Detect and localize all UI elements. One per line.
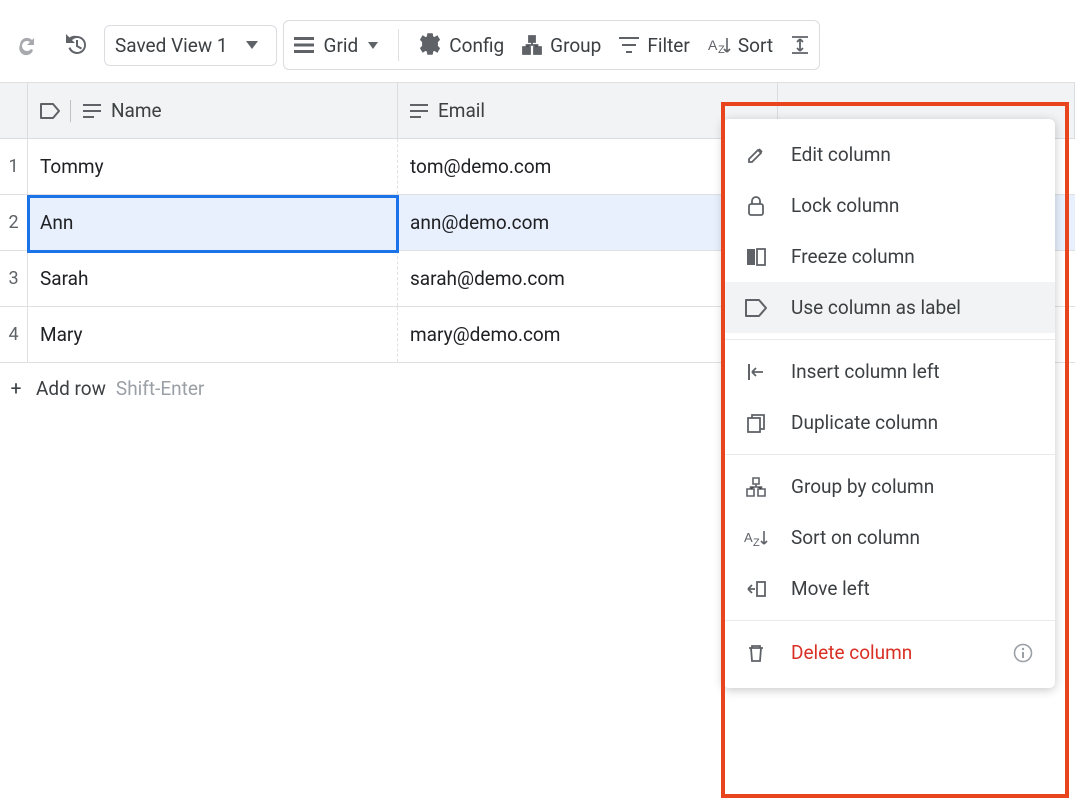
cell-name: Mary	[28, 307, 398, 362]
filter-icon	[619, 36, 639, 54]
rownum-header	[0, 83, 28, 138]
row-height-button[interactable]	[791, 34, 809, 56]
insert-left-icon	[745, 363, 767, 381]
menu-insert-left[interactable]: Insert column left	[723, 346, 1055, 397]
move-left-icon	[745, 579, 767, 599]
text-lines-icon	[83, 104, 101, 118]
group-label: Group	[550, 34, 601, 57]
menu-label: Insert column left	[791, 360, 940, 383]
label-tag-icon	[40, 103, 60, 119]
menu-duplicate[interactable]: Duplicate column	[723, 397, 1055, 448]
gear-icon	[419, 34, 441, 56]
rownum: 2	[0, 195, 28, 250]
view-selector[interactable]: Saved View 1	[104, 25, 277, 66]
menu-label: Duplicate column	[791, 411, 938, 434]
info-icon	[1013, 643, 1033, 663]
duplicate-icon	[745, 413, 767, 433]
menu-label: Sort on column	[791, 526, 920, 549]
text-lines-icon	[410, 104, 428, 118]
sort-az-icon: AZ	[708, 36, 730, 54]
chevron-down-icon	[368, 42, 378, 49]
header-name-label: Name	[111, 99, 162, 122]
history-button[interactable]	[54, 25, 98, 65]
chevron-down-icon	[246, 41, 258, 49]
cell-email: mary@demo.com	[398, 307, 778, 362]
svg-text:Z: Z	[753, 537, 760, 549]
menu-freeze-column[interactable]: Freeze column	[723, 231, 1055, 282]
add-row-hint: Shift-Enter	[116, 377, 204, 400]
cell-email: ann@demo.com	[398, 195, 778, 250]
layout-label: Grid	[324, 34, 359, 57]
cell-name: Tommy	[28, 139, 398, 194]
menu-use-as-label[interactable]: Use column as label	[723, 282, 1055, 333]
header-name[interactable]: Name	[28, 83, 398, 138]
menu-label: Use column as label	[791, 296, 961, 319]
filter-button[interactable]: Filter	[619, 34, 689, 57]
menu-move-left[interactable]: Move left	[723, 563, 1055, 614]
sort-label: Sort	[738, 34, 773, 57]
toolbar: Saved View 1 Grid Config Group Filter AZ…	[0, 14, 1075, 76]
trash-icon	[745, 643, 767, 663]
header-email[interactable]: Email	[398, 83, 778, 138]
separator	[723, 620, 1055, 621]
menu-label: Delete column	[791, 641, 912, 664]
label-tag-icon	[745, 299, 767, 317]
menu-edit-column[interactable]: Edit column	[723, 129, 1055, 180]
group-icon	[745, 477, 767, 497]
menu-label: Edit column	[791, 143, 891, 166]
filter-label: Filter	[647, 34, 689, 57]
plus-icon: +	[6, 377, 26, 400]
svg-text:A: A	[744, 530, 753, 545]
lock-icon	[745, 195, 767, 217]
cell-name: Sarah	[28, 251, 398, 306]
view-selector-label: Saved View 1	[115, 34, 228, 57]
add-row-label: Add row	[36, 377, 106, 400]
header-email-label: Email	[438, 99, 485, 122]
freeze-icon	[745, 247, 767, 267]
layout-toggle[interactable]: Grid	[294, 34, 379, 57]
rownum: 1	[0, 139, 28, 194]
cell-email: tom@demo.com	[398, 139, 778, 194]
menu-label: Move left	[791, 577, 870, 600]
redo-icon	[16, 34, 38, 56]
group-icon	[522, 35, 542, 55]
menu-sort-on[interactable]: AZ Sort on column	[723, 512, 1055, 563]
menu-delete-column[interactable]: Delete column	[723, 627, 1055, 678]
pencil-icon	[745, 145, 767, 165]
config-label: Config	[449, 34, 504, 57]
row-height-icon	[791, 34, 809, 56]
rownum: 3	[0, 251, 28, 306]
config-button[interactable]: Config	[419, 34, 504, 57]
cell-name: Ann	[28, 195, 398, 250]
sort-az-icon: AZ	[745, 529, 767, 547]
separator	[398, 29, 399, 61]
menu-label: Group by column	[791, 475, 934, 498]
column-context-menu: Edit column Lock column Freeze column Us…	[723, 119, 1055, 688]
separator	[723, 454, 1055, 455]
rownum: 4	[0, 307, 28, 362]
redo-button[interactable]	[6, 26, 48, 64]
sort-button[interactable]: AZ Sort	[708, 34, 773, 57]
group-button[interactable]: Group	[522, 34, 601, 57]
menu-group-by[interactable]: Group by column	[723, 461, 1055, 512]
toolbar-right-group: Grid Config Group Filter AZ Sort	[283, 20, 821, 70]
history-icon	[64, 33, 88, 57]
menu-lock-column[interactable]: Lock column	[723, 180, 1055, 231]
svg-text:A: A	[708, 37, 718, 53]
cell-email: sarah@demo.com	[398, 251, 778, 306]
menu-label: Freeze column	[791, 245, 915, 268]
separator	[723, 339, 1055, 340]
menu-label: Lock column	[791, 194, 899, 217]
grid-lines-icon	[294, 37, 314, 53]
